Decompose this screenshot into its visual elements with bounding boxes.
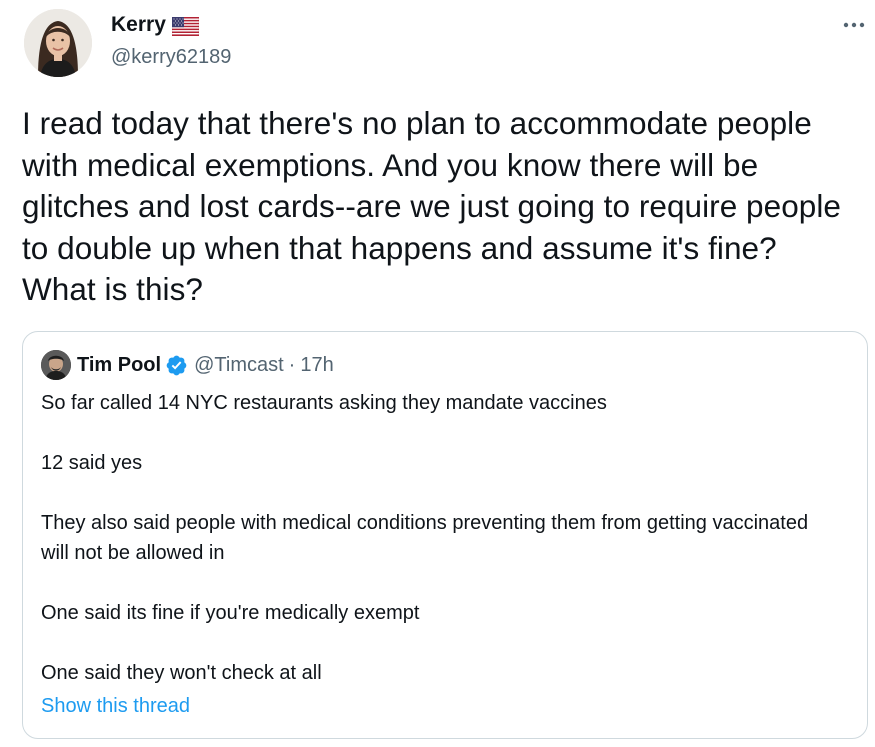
author-handle[interactable]: @kerry62189: [111, 45, 231, 69]
tweet-text: I read today that there's no plan to acc…: [22, 105, 841, 307]
quoted-paragraph: They also said people with medical condi…: [41, 512, 809, 564]
quoted-paragraph: One said its fine if you're medically ex…: [41, 602, 420, 624]
verified-badge-icon: [165, 354, 188, 377]
quoted-tweet-card[interactable]: Tim Pool @Timcast · 17h So far called 14…: [22, 331, 868, 739]
author-name-row[interactable]: Kerry: [111, 12, 200, 38]
quoted-tweet-body: So far called 14 NYC restaurants asking …: [41, 388, 841, 720]
quoted-author-avatar: [41, 350, 71, 380]
quoted-tweet-header: Tim Pool @Timcast · 17h: [41, 350, 334, 380]
quoted-timestamp: 17h: [300, 354, 334, 376]
quoted-paragraph: 12 said yes: [41, 452, 143, 474]
tweet: Kerry @kerry62189 I read today that ther…: [0, 0, 875, 747]
quoted-author-handle: @Timcast: [194, 354, 284, 376]
us-flag-icon: [171, 16, 200, 36]
separator-dot: ·: [288, 354, 296, 376]
author-name[interactable]: Kerry: [111, 12, 166, 38]
quoted-paragraph: One said they won't check at all: [41, 662, 322, 684]
author-avatar[interactable]: [24, 9, 92, 77]
quoted-paragraph: So far called 14 NYC restaurants asking …: [41, 392, 607, 414]
quoted-author-name: Tim Pool: [77, 354, 162, 376]
show-thread-link[interactable]: Show this thread: [41, 692, 841, 720]
more-horizontal-icon[interactable]: [841, 14, 867, 36]
